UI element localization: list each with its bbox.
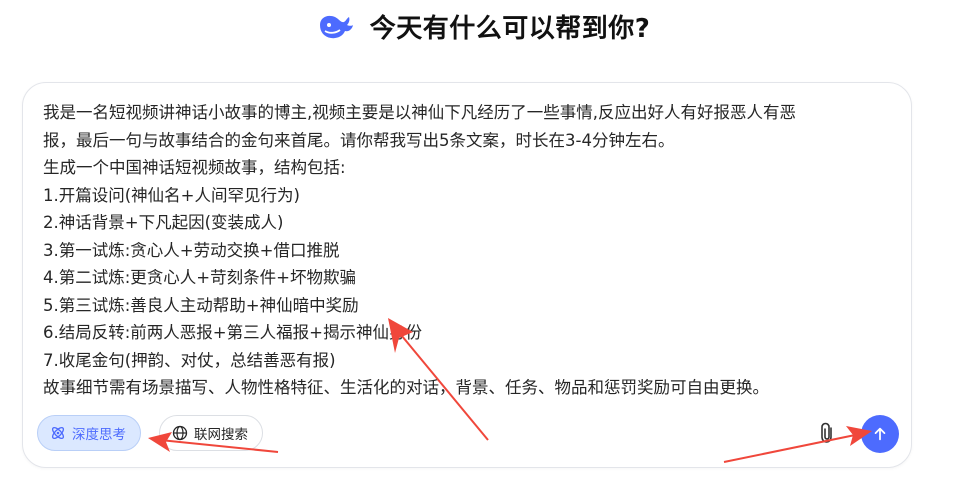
prompt-line: 故事细节需有场景描写、人物性格特征、生活化的对话，背景、任务、物品和惩罚奖励可自… xyxy=(43,378,769,397)
web-search-label: 联网搜索 xyxy=(194,427,248,443)
prompt-textarea[interactable]: 我是一名短视频讲神话小故事的博主,视频主要是以神仙下凡经历了一些事情,反应出好人… xyxy=(43,99,893,402)
prompt-line: 我是一名短视频讲神话小故事的博主,视频主要是以神仙下凡经历了一些事情,反应出好人… xyxy=(43,103,796,122)
header: 今天有什么可以帮到你? xyxy=(0,0,966,52)
page: 今天有什么可以帮到你? 我是一名短视频讲神话小故事的博主,视频主要是以神仙下凡经… xyxy=(0,0,966,478)
arrow-up-icon xyxy=(872,426,888,442)
prompt-line: 2.神话背景+下凡起因(变装成人) xyxy=(43,213,284,232)
prompt-line: 生成一个中国神话短视频故事，结构包括: xyxy=(43,158,346,177)
send-button[interactable] xyxy=(861,415,899,453)
prompt-line: 3.第一试炼:贪心人+劳动交换+借口推脱 xyxy=(43,240,340,260)
paperclip-icon[interactable] xyxy=(817,421,839,445)
prompt-line: 1.开篇设问(神仙名+人间罕见行为) xyxy=(43,185,300,205)
page-title: 今天有什么可以帮到你? xyxy=(369,13,651,44)
deep-think-button[interactable]: 深度思考 xyxy=(37,415,141,451)
prompt-line: 4.第二试炼:更贪心人+苛刻条件+坏物欺骗 xyxy=(43,268,356,287)
whale-logo-icon xyxy=(316,10,356,42)
prompt-line: 6.结局反转:前两人恶报+第三人福报+揭示神仙身份 xyxy=(43,323,422,342)
globe-icon xyxy=(172,425,188,441)
prompt-line: 5.第三试炼:善良人主动帮助+神仙暗中奖励 xyxy=(43,295,359,315)
web-search-button[interactable]: 联网搜索 xyxy=(159,415,263,451)
prompt-line: 报，最后一句与故事结合的金句来首尾。请你帮我写出5条文案，时长在3-4分钟左右。 xyxy=(43,130,675,150)
prompt-line: 7.收尾金句(押韵、对仗，总结善恶有报) xyxy=(43,350,336,370)
deep-think-label: 深度思考 xyxy=(72,427,126,443)
atom-icon xyxy=(50,425,66,441)
chat-input-box[interactable]: 我是一名短视频讲神话小故事的博主,视频主要是以神仙下凡经历了一些事情,反应出好人… xyxy=(22,82,912,468)
